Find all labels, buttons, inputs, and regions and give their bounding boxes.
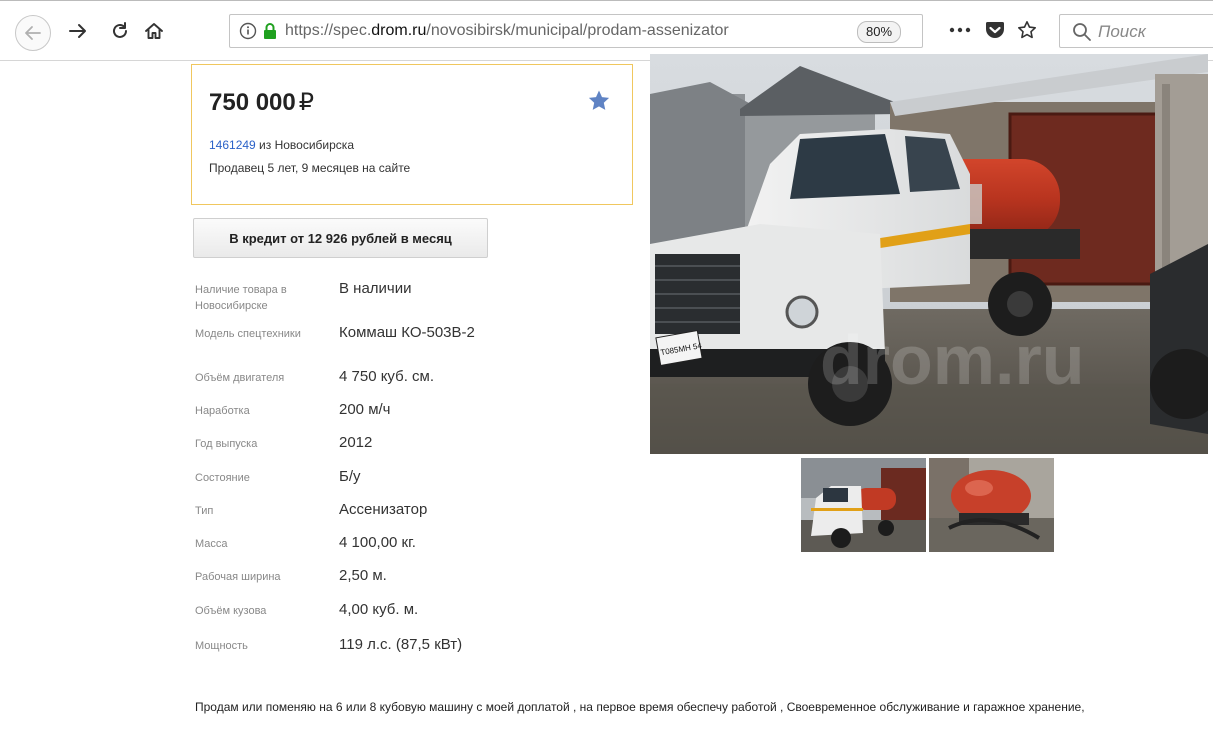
spec-label-hours: Наработка <box>195 405 250 417</box>
ad-city: из Новосибирска <box>255 138 354 152</box>
info-icon[interactable] <box>239 22 257 40</box>
price-card: 750 000 ₽ 1461249 из Новосибирска Продаве… <box>191 64 633 205</box>
star-outline-icon <box>1018 21 1036 39</box>
credit-button[interactable]: В кредит от 12 926 рублей в месяц <box>193 218 488 258</box>
favorite-star-icon[interactable] <box>587 89 611 113</box>
forward-button[interactable] <box>64 17 92 45</box>
spec-value-working-width: 2,50 м. <box>339 567 387 584</box>
photo-thumbnail-2[interactable] <box>929 458 1054 552</box>
price-value: 750 000 <box>209 89 296 116</box>
spec-label-body-volume: Объём кузова <box>195 605 267 617</box>
photo-thumbnail-1[interactable] <box>801 458 926 552</box>
more-dots-icon <box>949 27 971 33</box>
spec-value-body-volume: 4,00 куб. м. <box>339 601 419 618</box>
url-bar[interactable]: https://spec.drom.ru/novosibirsk/municip… <box>229 14 923 48</box>
zoom-level-badge[interactable]: 80% <box>857 21 902 43</box>
arrow-left-icon <box>25 26 41 40</box>
truck-photo: Т085МН 54 drom.ru <box>650 54 1208 454</box>
thumbnail-image-2 <box>929 458 1054 552</box>
search-placeholder: Поиск <box>1098 22 1146 41</box>
spec-label-type: Тип <box>195 505 214 517</box>
spec-label-working-width: Рабочая ширина <box>195 571 281 583</box>
spec-label-model: Модель спецтехники <box>195 328 301 340</box>
spec-value-hours: 200 м/ч <box>339 401 391 418</box>
arrow-right-icon <box>69 24 86 38</box>
pocket-icon <box>986 22 1004 38</box>
url-domain: drom.ru <box>371 22 427 39</box>
reload-icon <box>113 22 127 38</box>
photo-watermark: drom.ru <box>820 321 1084 399</box>
currency-sign: ₽ <box>298 89 315 116</box>
search-bar[interactable]: Поиск <box>1059 14 1213 48</box>
main-photo[interactable]: Т085МН 54 drom.ru <box>650 54 1208 454</box>
spec-label-condition: Состояние <box>195 472 250 484</box>
spec-label-power: Мощность <box>195 640 248 652</box>
url-text[interactable]: https://spec.drom.ru/novosibirsk/municip… <box>285 22 825 44</box>
home-icon <box>145 23 163 39</box>
spec-value-condition: Б/у <box>339 468 361 485</box>
window-top-border <box>0 0 1213 1</box>
spec-value-model: Коммаш КО-503В-2 <box>339 324 475 341</box>
thumbnail-image-1 <box>801 458 926 552</box>
spec-label-availability: Наличие товара в Новосибирске <box>195 284 287 312</box>
spec-value-power: 119 л.с. (87,5 кВт) <box>339 636 463 653</box>
back-button[interactable] <box>15 15 51 51</box>
page-actions-button[interactable] <box>945 18 975 42</box>
spec-value-type: Ассенизатор <box>339 501 428 518</box>
spec-label-year: Год выпуска <box>195 438 258 450</box>
ad-info: 1461249 из Новосибирска <box>209 138 354 152</box>
url-path: /novosibirsk/municipal/prodam-assenizato… <box>426 22 729 39</box>
spec-label-engine-volume: Объём двигателя <box>195 372 285 384</box>
url-prefix: https://spec. <box>285 22 372 39</box>
home-button[interactable] <box>140 17 168 45</box>
pocket-button[interactable] <box>983 18 1007 42</box>
listing-description: Продам или поменяю на 6 или 8 кубовую ма… <box>195 700 1085 714</box>
spec-value-mass: 4 100,00 кг. <box>339 534 416 551</box>
seller-info: Продавец 5 лет, 9 месяцев на сайте <box>209 161 411 175</box>
spec-label-mass: Масса <box>195 538 228 550</box>
ad-number-link[interactable]: 1461249 <box>209 138 256 152</box>
spec-value-year: 2012 <box>339 434 373 451</box>
search-icon <box>1073 23 1091 41</box>
lock-icon <box>264 23 276 39</box>
price: 750 000 ₽ <box>209 88 314 117</box>
browser-toolbar: https://spec.drom.ru/novosibirsk/municip… <box>0 0 1213 61</box>
spec-value-engine-volume: 4 750 куб. см. <box>339 368 435 385</box>
bookmark-star-button[interactable] <box>1015 18 1039 42</box>
spec-value-availability: В наличии <box>339 280 412 297</box>
reload-button[interactable] <box>106 17 134 45</box>
